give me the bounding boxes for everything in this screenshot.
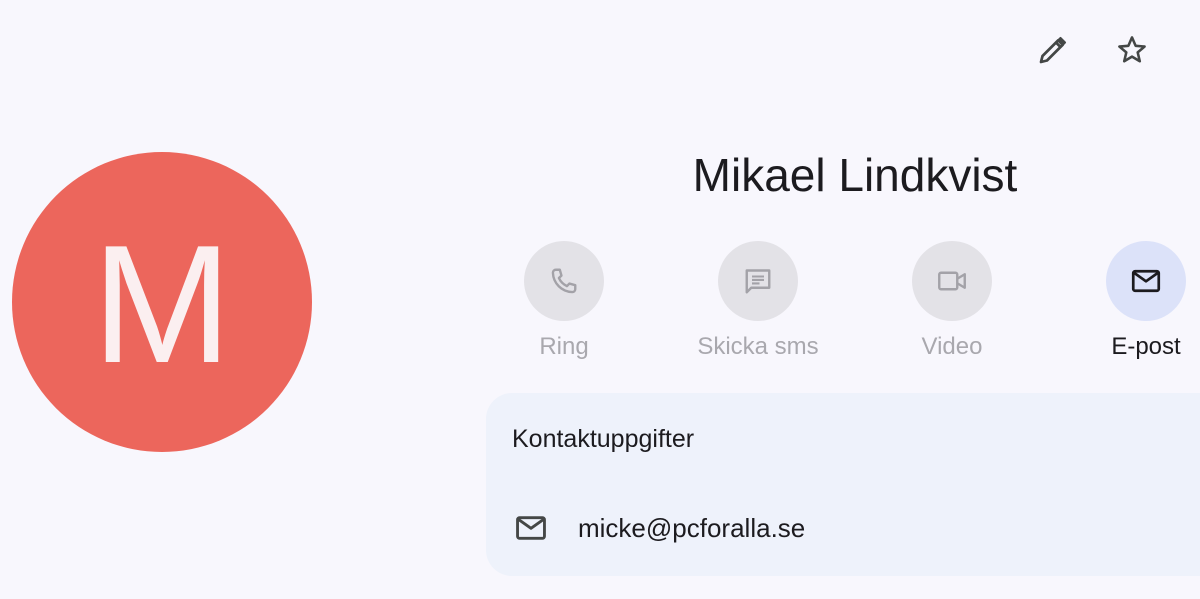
mail-icon: [1131, 269, 1161, 293]
email-action[interactable]: E-post: [1066, 241, 1200, 361]
call-action[interactable]: Ring: [484, 241, 644, 361]
email-address[interactable]: micke@pcforalla.se: [578, 513, 805, 544]
avatar: M: [12, 152, 312, 452]
video-icon: [938, 271, 966, 291]
email-button[interactable]: [1106, 241, 1186, 321]
sms-label: Skicka sms: [697, 333, 819, 360]
call-button[interactable]: [524, 241, 604, 321]
pencil-icon: [1039, 36, 1067, 64]
avatar-initial: M: [92, 210, 232, 398]
video-action[interactable]: Video: [872, 241, 1032, 361]
sms-action[interactable]: Skicka sms: [678, 241, 838, 361]
contact-details-title: Kontaktuppgifter: [512, 425, 695, 453]
contact-detail-screen: M Mikael Lindkvist Ring Skicka sms Video: [0, 0, 1200, 599]
contact-name: Mikael Lindkvist: [692, 149, 1018, 201]
email-label: E-post: [1111, 333, 1181, 360]
favorite-button[interactable]: [1108, 26, 1156, 74]
sms-button[interactable]: [718, 241, 798, 321]
edit-button[interactable]: [1029, 26, 1077, 74]
mail-icon: [516, 516, 546, 540]
phone-icon: [551, 268, 577, 294]
email-row[interactable]: micke@pcforalla.se: [512, 509, 805, 547]
call-label: Ring: [539, 333, 589, 360]
video-label: Video: [921, 333, 983, 360]
star-outline-icon: [1118, 36, 1146, 63]
contact-details-card: Kontaktuppgifter micke@pcforalla.se: [486, 393, 1200, 576]
video-button[interactable]: [912, 241, 992, 321]
message-icon: [745, 269, 771, 294]
